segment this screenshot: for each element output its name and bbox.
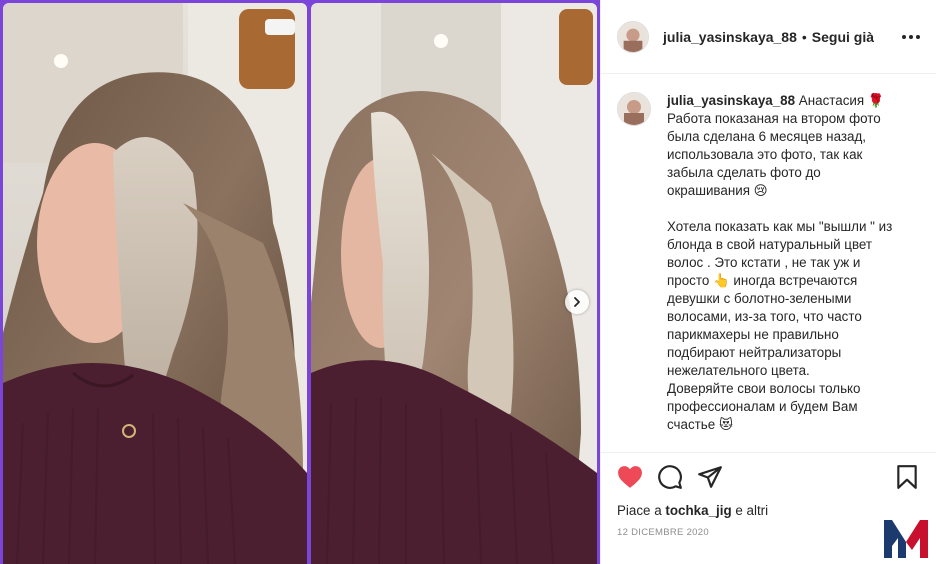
next-photo-button[interactable]	[565, 290, 589, 314]
comment-icon	[658, 465, 682, 489]
caption-line: была сделана 6 месяцев назад,	[667, 129, 866, 144]
caption-line: julia_yasinskaya_88 Анастасия 🌹	[667, 93, 885, 108]
caption-line: блонда в свой натуральный цвет	[667, 237, 873, 252]
caption-line: просто 👆 иногда встречаются	[667, 273, 858, 288]
caption-line: волосами, из-за того, что часто	[667, 309, 862, 324]
post-header: julia_yasinskaya_88 • Segui già	[601, 0, 936, 74]
chevron-right-icon	[574, 297, 580, 307]
share-button[interactable]	[697, 464, 723, 490]
username-link[interactable]: julia_yasinskaya_88	[663, 29, 797, 45]
caption-line: нежелательного цвета.	[667, 363, 810, 378]
heart-icon	[618, 466, 642, 488]
separator-dot: •	[801, 28, 807, 45]
caption-line: подбирают нейтрализаторы	[667, 345, 842, 360]
following-button[interactable]: Segui già	[812, 29, 874, 45]
share-icon	[698, 466, 722, 488]
caption-line: профессионалам и будем Вам	[667, 399, 858, 414]
caption-line: Доверяйте свои волосы только	[667, 381, 861, 396]
caption-line: волос . Это кстати , не так уж и	[667, 255, 861, 270]
comment-button[interactable]	[657, 464, 683, 490]
save-button[interactable]	[894, 464, 920, 490]
bookmark-icon	[897, 465, 917, 489]
post-sidebar: julia_yasinskaya_88 • Segui già julia_ya…	[600, 0, 936, 564]
more-icon	[902, 34, 906, 39]
caption-line: забыла сделать фото до	[667, 165, 821, 180]
avatar[interactable]	[617, 20, 649, 53]
post-caption: julia_yasinskaya_88 Анастасия 🌹 Работа п…	[617, 92, 922, 434]
like-button[interactable]	[617, 464, 643, 490]
post-media[interactable]	[0, 0, 600, 564]
action-bar	[617, 453, 920, 501]
caption-avatar[interactable]	[617, 92, 651, 126]
caption-line: окрашивания 😢	[667, 183, 768, 198]
caption-line: парикмахеры не правильно	[667, 327, 839, 342]
likes-summary[interactable]: Piace a tochka_jig e altri	[617, 503, 920, 518]
liked-by-user[interactable]: tochka_jig	[665, 503, 731, 518]
more-options-button[interactable]	[902, 34, 920, 39]
caption-line: Работа показаная на втором фото	[667, 111, 881, 126]
hair-photo-before	[3, 3, 307, 564]
caption-username[interactable]: julia_yasinskaya_88	[667, 93, 795, 108]
caption-text: julia_yasinskaya_88 Анастасия 🌹 Работа п…	[667, 92, 892, 434]
hair-photo-after	[311, 3, 597, 564]
caption-line: счастье 😻	[667, 417, 733, 432]
caption-line: девушки с болотно-зелеными	[667, 291, 852, 306]
post-date[interactable]: 12 DICEMBRE 2020	[617, 527, 920, 538]
watermark-logo	[884, 520, 928, 558]
caption-line: использовала это фото, так как	[667, 147, 863, 162]
caption-line: Хотела показать как мы "вышли " из	[667, 219, 893, 234]
